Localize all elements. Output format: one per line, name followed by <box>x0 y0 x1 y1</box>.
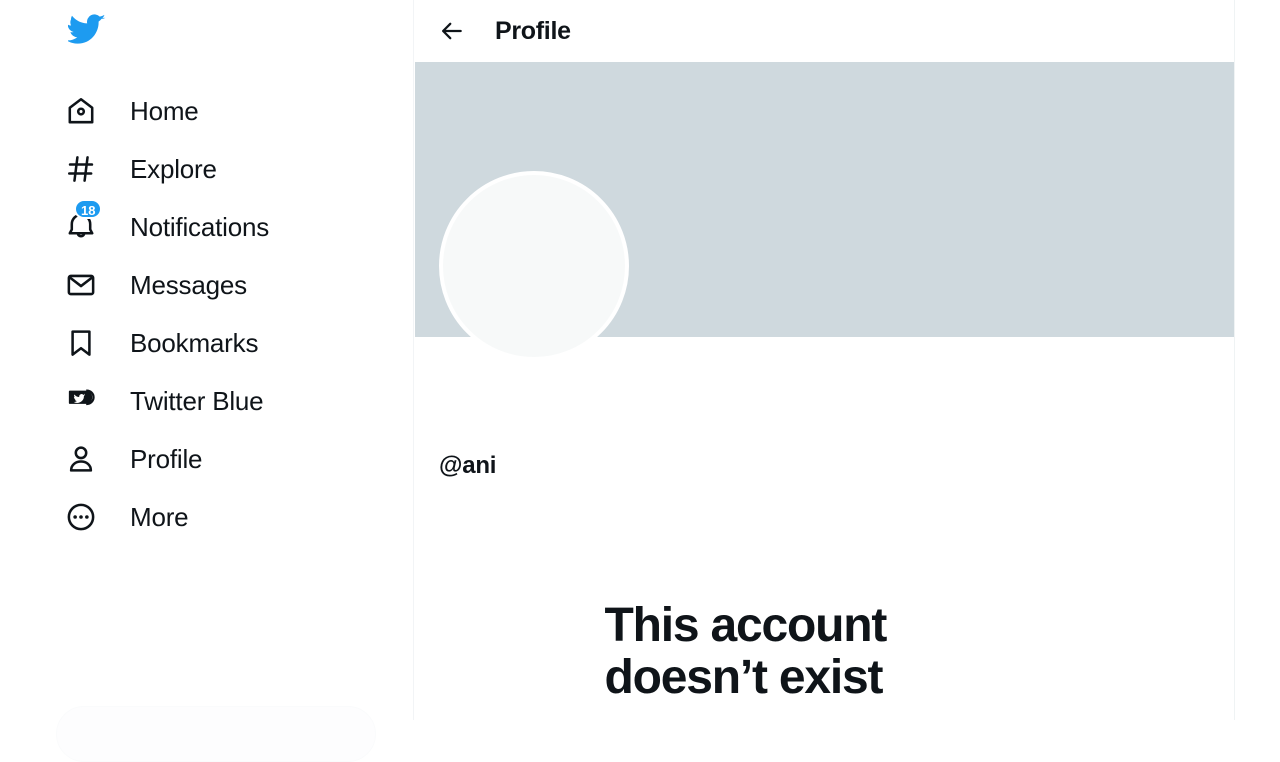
sidebar-nav-list: Home Explore 18 Notifications Messages B… <box>0 82 414 546</box>
sidebar-item-label: Twitter Blue <box>130 386 264 416</box>
home-icon <box>62 92 100 130</box>
sidebar-item-label: Explore <box>130 154 217 184</box>
sidebar-item-more[interactable]: More <box>0 488 414 546</box>
envelope-icon <box>62 266 100 304</box>
empty-state: This account doesn’t exist <box>415 600 1234 704</box>
sidebar-item-label: More <box>130 502 189 532</box>
hashtag-icon <box>62 150 100 188</box>
right-rail <box>1235 0 1280 720</box>
avatar[interactable] <box>439 171 629 361</box>
more-circle-icon <box>62 498 100 536</box>
sidebar-item-explore[interactable]: Explore <box>0 140 414 198</box>
main-content-column: Profile @ani This account doesn’t exist <box>415 0 1235 720</box>
twitter-bird-icon[interactable] <box>62 4 112 54</box>
notification-badge: 18 <box>74 199 103 219</box>
empty-state-title: This account doesn’t exist <box>604 599 888 704</box>
sidebar-item-label: Home <box>130 96 199 126</box>
sidebar-item-profile[interactable]: Profile <box>0 430 414 488</box>
sidebar-item-label: Profile <box>130 444 203 474</box>
profile-handle: @ani <box>439 452 497 479</box>
sidebar-item-label: Messages <box>130 270 247 300</box>
twitter-profile-page: Home Explore 18 Notifications Messages B… <box>0 0 1280 762</box>
profile-header-bar: Profile <box>415 0 1234 62</box>
twitter-blue-badge-icon <box>62 382 100 420</box>
back-button[interactable] <box>431 10 473 52</box>
person-icon <box>62 440 100 478</box>
sidebar-item-label: Notifications <box>130 212 270 242</box>
primary-sidebar: Home Explore 18 Notifications Messages B… <box>0 0 414 762</box>
sidebar-item-notifications[interactable]: 18 Notifications <box>0 198 414 256</box>
page-title: Profile <box>495 17 571 45</box>
tweet-compose-button[interactable] <box>56 706 376 762</box>
arrow-left-icon <box>439 18 465 44</box>
sidebar-item-messages[interactable]: Messages <box>0 256 414 314</box>
bell-icon: 18 <box>62 199 103 246</box>
sidebar-item-home[interactable]: Home <box>0 82 414 140</box>
sidebar-item-label: Bookmarks <box>130 328 259 358</box>
bookmark-icon <box>62 324 100 362</box>
sidebar-item-twitter-blue[interactable]: Twitter Blue <box>0 372 414 430</box>
sidebar-item-bookmarks[interactable]: Bookmarks <box>0 314 414 372</box>
